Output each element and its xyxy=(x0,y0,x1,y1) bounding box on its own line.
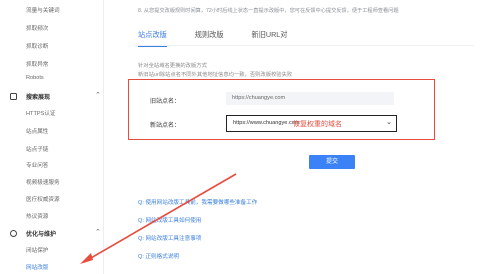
faq-link[interactable]: Q: 网站改版工具注意事项 xyxy=(138,234,201,242)
new-site-value: https://www.chuangye.com xyxy=(233,120,300,126)
sidebar-item[interactable]: 视频极速服务 xyxy=(26,178,60,186)
old-site-label: 旧站点名： xyxy=(150,99,181,105)
annotation-label: 恢复权重的域名 xyxy=(293,121,342,128)
sidebar-item[interactable]: 医疗权威资源 xyxy=(26,195,60,203)
sidebar-item[interactable]: 抓取频次 xyxy=(26,24,48,32)
description: 针对全站域名更换的改版方式 xyxy=(138,63,207,69)
sidebar-item[interactable]: Robots xyxy=(26,75,44,81)
sidebar-group-search[interactable]: 搜索展现 xyxy=(10,92,50,101)
new-site-label: 新站点名： xyxy=(150,123,181,129)
faq-link[interactable]: Q: 使用网站改版工具前，我需要做哪些准备工作 xyxy=(138,198,257,206)
chevron-up-icon[interactable]: ⌃ xyxy=(95,91,101,99)
faq-link[interactable]: Q: 正则格式说明 xyxy=(138,252,179,260)
sidebar-item[interactable]: 闭站保护 xyxy=(26,246,48,254)
chevron-up-icon[interactable]: ⌃ xyxy=(95,228,101,236)
sidebar-group-label: 优化与维护 xyxy=(26,232,57,238)
puzzle-icon xyxy=(10,230,17,237)
sidebar-item[interactable]: 流量与关键词 xyxy=(26,6,60,14)
sidebar-item[interactable]: 站点子链 xyxy=(26,145,48,153)
search-display-icon xyxy=(10,93,17,100)
sidebar-group-optimize[interactable]: 优化与维护 xyxy=(10,229,56,238)
new-site-select[interactable]: https://www.chuangye.com 恢复权重的域名 ⌄ xyxy=(226,115,397,132)
sidebar-item[interactable]: 抓取诊断 xyxy=(26,42,48,50)
notice-text: 8. 从您提交改版规则时间算，72小时后线上状态一直提示改版中，您可在反馈中心提… xyxy=(138,8,399,14)
faq-link[interactable]: Q: 网站改版工具如何使用 xyxy=(138,216,201,224)
sidebar-item[interactable]: 抓取异常 xyxy=(26,60,48,68)
sidebar-item-site-revision[interactable]: 网站改版 xyxy=(26,263,48,271)
sidebar-item[interactable]: 专业问答 xyxy=(26,161,48,169)
submit-button[interactable]: 提交 xyxy=(309,155,355,169)
old-site-field: https://chuangye.com xyxy=(226,92,394,105)
sidebar-item[interactable]: 热议资源 xyxy=(26,212,48,220)
chevron-down-icon: ⌄ xyxy=(386,119,392,126)
tab-divider xyxy=(134,45,474,46)
description: 新旧站url除站点名不同外其他地址信息均一致，否则改版校验失败 xyxy=(138,72,293,78)
sidebar: 流量与关键词 抓取频次 抓取诊断 抓取异常 Robots 搜索展现 ⌃ HTTP… xyxy=(0,0,104,274)
sidebar-group-label: 搜索展现 xyxy=(26,95,51,101)
sidebar-item[interactable]: HTTPS认证 xyxy=(26,109,56,117)
main-content: 8. 从您提交改版规则时间算，72小时后线上状态一直提示改版中，您可在反馈中心提… xyxy=(104,0,500,274)
sidebar-item[interactable]: 站点属性 xyxy=(26,127,48,135)
